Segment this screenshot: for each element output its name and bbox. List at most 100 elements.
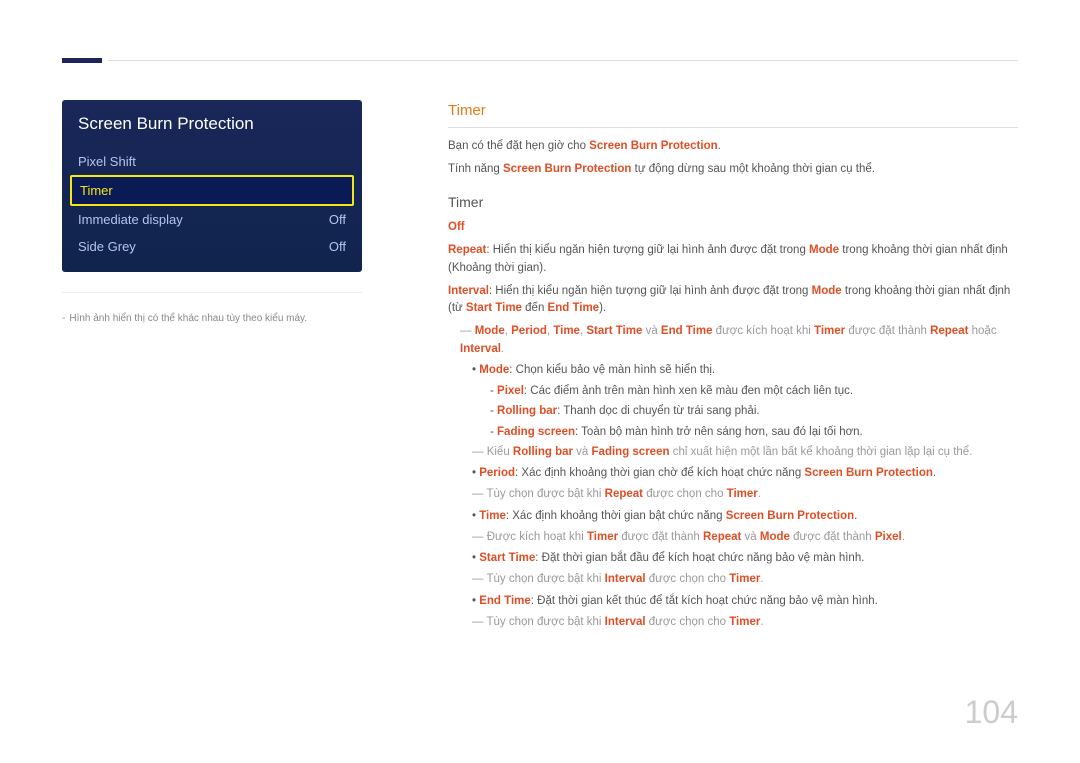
header-accent-bar — [62, 58, 102, 63]
bold-term: Period — [511, 325, 547, 337]
text: Được kích hoạt khi — [487, 531, 587, 543]
text: được đặt thành — [618, 531, 703, 543]
bold-term: Time — [479, 510, 506, 522]
bold-term: Start Time — [479, 552, 535, 564]
section-title: Timer — [448, 100, 1018, 128]
text: đến — [522, 302, 548, 314]
osd-title: Screen Burn Protection — [62, 100, 362, 148]
text: : Đặt thời gian kết thúc để tắt kích hoạ… — [531, 595, 878, 607]
osd-row-label: Immediate display — [78, 212, 183, 227]
text: Tùy chọn được bật khi — [487, 616, 605, 628]
bold-term: Interval — [605, 616, 646, 628]
text: được đặt thành — [790, 531, 875, 543]
bold-term: Start Time — [586, 325, 642, 337]
text: : Các điểm ảnh trên màn hình xen kẽ màu … — [524, 385, 853, 397]
repeat-desc: Repeat: Hiển thị kiểu ngăn hiện tượng gi… — [448, 242, 1018, 277]
bold-term: Rolling bar — [497, 405, 557, 417]
mode-item: • Mode: Chọn kiểu bảo vệ màn hình sẽ hiể… — [472, 362, 1018, 379]
osd-row-timer[interactable]: Timer — [70, 175, 354, 206]
dash-icon: - — [62, 313, 65, 324]
text: được chọn cho — [643, 488, 727, 500]
text: được chọn cho — [646, 616, 730, 628]
bold-term: End Time — [548, 302, 600, 314]
text: Tùy chọn được bật khi — [487, 573, 605, 585]
text: : Hiển thị kiểu ngăn hiện tượng giữ lại … — [489, 285, 812, 297]
text: và — [642, 325, 661, 337]
intro-line-1: Bạn có thể đặt hẹn giờ cho Screen Burn P… — [448, 138, 1018, 155]
bold-term: Mode — [812, 285, 842, 297]
left-column: Screen Burn Protection Pixel Shift Timer… — [62, 100, 362, 324]
text: : Hiển thị kiểu ngăn hiện tượng giữ lại … — [486, 244, 809, 256]
right-column: Timer Bạn có thể đặt hẹn giờ cho Screen … — [448, 100, 1018, 635]
bold-term: Timer — [727, 488, 758, 500]
note-rolling-fading: ― Kiểu Rolling bar và Fading screen chỉ … — [472, 444, 1018, 461]
bold-term: Screen Burn Protection — [804, 467, 932, 479]
osd-panel: Screen Burn Protection Pixel Shift Timer… — [62, 100, 362, 272]
text: Bạn có thể đặt hẹn giờ cho — [448, 140, 589, 152]
text: hoặc — [968, 325, 996, 337]
interval-desc: Interval: Hiển thị kiểu ngăn hiện tượng … — [448, 283, 1018, 318]
text: Tùy chọn được bật khi — [487, 488, 605, 500]
bold-term: Time — [553, 325, 580, 337]
bold-term: Mode — [479, 364, 509, 376]
bold-term: Screen Burn Protection — [503, 163, 631, 175]
osd-row-pixel-shift[interactable]: Pixel Shift — [62, 148, 362, 175]
osd-row-label: Timer — [80, 183, 113, 198]
text: được đặt thành — [845, 325, 930, 337]
text: được kích hoạt khi — [712, 325, 814, 337]
bold-term: End Time — [479, 595, 531, 607]
bold-term: Mode — [475, 325, 505, 337]
time-item: • Time: Xác định khoảng thời gian bật ch… — [472, 508, 1018, 525]
fading-screen-item: - Fading screen: Toàn bộ màn hình trở nê… — [490, 424, 1018, 441]
text: chỉ xuất hiện một lần bất kể khoảng thời… — [670, 446, 973, 458]
bold-term: Fading screen — [497, 426, 575, 438]
bold-term: Fading screen — [592, 446, 670, 458]
bold-term: Timer — [814, 325, 845, 337]
bold-term: Rolling bar — [513, 446, 573, 458]
text: . — [758, 488, 761, 500]
osd-row-immediate-display[interactable]: Immediate display Off — [62, 206, 362, 233]
text: Kiểu — [487, 446, 513, 458]
osd-row-label: Pixel Shift — [78, 154, 136, 169]
rolling-bar-item: - Rolling bar: Thanh dọc di chuyển từ tr… — [490, 403, 1018, 420]
text: . — [760, 616, 763, 628]
bold-term: Repeat — [703, 531, 741, 543]
caption-note: -Hình ảnh hiển thị có thể khác nhau tùy … — [62, 292, 362, 324]
header-divider — [108, 60, 1018, 61]
text: . — [902, 531, 905, 543]
bold-term: Screen Burn Protection — [589, 140, 717, 152]
text: : Đặt thời gian bắt đầu để kích hoạt chứ… — [535, 552, 864, 564]
bold-term: Pixel — [497, 385, 524, 397]
bullet-list: • Mode: Chọn kiểu bảo vệ màn hình sẽ hiể… — [472, 362, 1018, 631]
text: : Chọn kiểu bảo vệ màn hình sẽ hiển thị. — [509, 364, 715, 376]
osd-row-value: Off — [329, 239, 346, 254]
note-start-time: ― Tùy chọn được bật khi Interval được ch… — [472, 571, 1018, 588]
text: . — [760, 573, 763, 585]
text: : Xác định khoảng thời gian bật chức năn… — [506, 510, 726, 522]
bold-term: Mode — [760, 531, 790, 543]
intro-line-2: Tính năng Screen Burn Protection tự động… — [448, 161, 1018, 178]
text: . — [933, 467, 936, 479]
bold-term: Mode — [809, 244, 839, 256]
text: : Xác định khoảng thời gian chờ để kích … — [515, 467, 804, 479]
note-end-time: ― Tùy chọn được bật khi Interval được ch… — [472, 614, 1018, 631]
osd-row-value: Off — [329, 212, 346, 227]
text: được chọn cho — [646, 573, 730, 585]
text: và — [573, 446, 592, 458]
text: : Thanh dọc di chuyển từ trái sang phải. — [557, 405, 759, 417]
bold-term: End Time — [661, 325, 713, 337]
bold-term: Timer — [587, 531, 618, 543]
text: . — [501, 343, 504, 355]
osd-row-side-grey[interactable]: Side Grey Off — [62, 233, 362, 260]
text: : Toàn bộ màn hình trở nên sáng hơn, sau… — [575, 426, 863, 438]
period-item: • Period: Xác định khoảng thời gian chờ … — [472, 465, 1018, 482]
text: và — [741, 531, 760, 543]
bold-term: Interval — [460, 343, 501, 355]
bold-term: Start Time — [466, 302, 522, 314]
bold-term: Interval — [448, 285, 489, 297]
bold-term: Timer — [729, 616, 760, 628]
caption-text: Hình ảnh hiển thị có thể khác nhau tùy t… — [69, 313, 307, 324]
page-number: 104 — [965, 694, 1018, 731]
bold-term: Screen Burn Protection — [726, 510, 854, 522]
text: ). — [599, 302, 606, 314]
